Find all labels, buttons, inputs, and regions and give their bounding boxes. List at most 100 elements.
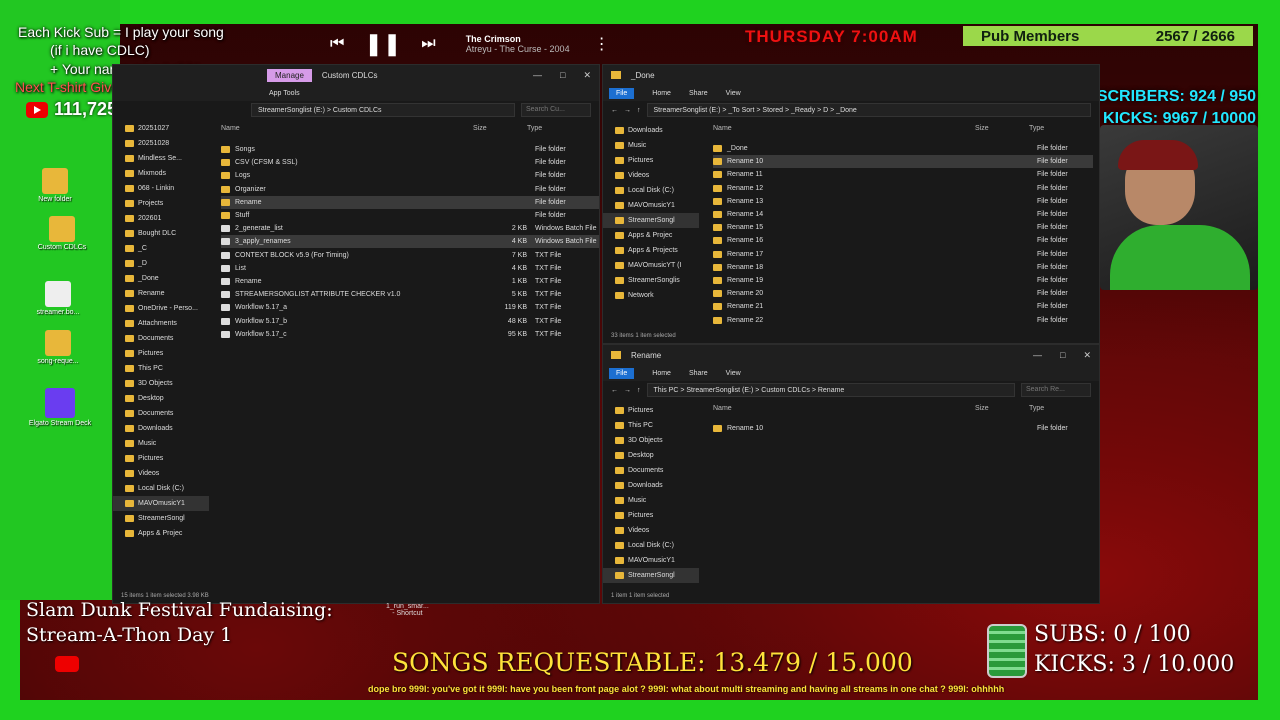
nav-item[interactable]: Music <box>603 138 699 153</box>
nav-item[interactable]: This PC <box>113 361 209 376</box>
nav-item[interactable]: StreamerSongl <box>113 511 209 526</box>
nav-item[interactable]: Network <box>603 288 699 303</box>
nav-item[interactable]: Videos <box>603 168 699 183</box>
table-row[interactable]: Rename 10 File folder <box>713 155 1093 169</box>
nav-item[interactable]: Mixmods <box>113 166 209 181</box>
nav-item[interactable]: Documents <box>603 463 699 478</box>
nav-item[interactable]: Downloads <box>603 123 699 138</box>
nav-item[interactable]: Pictures <box>603 153 699 168</box>
nav-item[interactable]: 3D Objects <box>113 376 209 391</box>
nav-item[interactable]: Projects <box>113 196 209 211</box>
nav-item[interactable]: _D <box>113 256 209 271</box>
nav-item[interactable]: Pictures <box>113 451 209 466</box>
ribbon-tab-share[interactable]: Share <box>689 370 708 377</box>
table-row[interactable]: 2_generate_list 2 KB Windows Batch File <box>221 222 599 235</box>
ribbon-tab-view[interactable]: View <box>726 90 741 97</box>
ribbon-tab-file[interactable]: File <box>609 367 635 379</box>
manage-tab[interactable]: Manage <box>267 68 312 82</box>
table-row[interactable]: Rename 11 File folder <box>713 168 1093 181</box>
desktop-icon-stream-deck[interactable]: Elgato Stream Deck <box>25 388 95 427</box>
desktop-icon-streamer-bot[interactable]: streamer.bo... <box>23 281 93 316</box>
desktop-icon-new-folder[interactable]: New folder <box>20 168 90 203</box>
nav-item[interactable]: MAVOmusicYT (I <box>603 258 699 273</box>
nav-item[interactable]: Local Disk (C:) <box>603 538 699 553</box>
nav-item[interactable]: StreamerSongl <box>603 213 699 228</box>
nav-item[interactable]: Attachments <box>113 316 209 331</box>
table-row[interactable]: CONTEXT BLOCK v5.9 (For Timing) 7 KB TXT F… <box>221 249 599 262</box>
table-row[interactable]: Stuff File folder <box>221 209 599 222</box>
nav-item[interactable]: Music <box>113 436 209 451</box>
nav-item[interactable]: MAVOmusicY1 <box>603 198 699 213</box>
table-row[interactable]: Workflow 5.17_a 119 KB TXT File <box>221 301 599 314</box>
nav-item[interactable]: Apps & Projec <box>603 228 699 243</box>
nav-item[interactable]: 202601 <box>113 211 209 226</box>
column-type[interactable]: Type <box>1029 405 1044 412</box>
ribbon-tab-share[interactable]: Share <box>689 90 708 97</box>
table-row[interactable]: Rename 18 File folder <box>713 261 1093 274</box>
nav-item[interactable]: Downloads <box>603 478 699 493</box>
nav-item[interactable]: MAVOmusicY1 <box>113 496 209 511</box>
nav-item[interactable]: Local Disk (C:) <box>113 481 209 496</box>
column-size[interactable]: Size <box>975 125 1029 132</box>
table-row[interactable]: STREAMERSONGLIST ATTRIBUTE CHECKER v1.0 5… <box>221 288 599 301</box>
table-row[interactable]: Logs File folder <box>221 169 599 182</box>
nav-item[interactable]: Documents <box>113 331 209 346</box>
minimize-icon[interactable]: — <box>1033 350 1042 361</box>
up-icon[interactable]: ↑ <box>637 107 641 114</box>
table-row[interactable]: Rename 20 File folder <box>713 287 1093 300</box>
table-row[interactable]: CSV (CFSM & SSL) File folder <box>221 156 599 169</box>
nav-item[interactable]: Rename <box>113 286 209 301</box>
nav-item[interactable]: MAVOmusicY1 <box>603 553 699 568</box>
column-name[interactable]: Name <box>713 405 975 412</box>
app-tools-tab[interactable]: App Tools <box>269 90 300 97</box>
more-options-icon[interactable]: ⋮ <box>594 34 610 54</box>
back-icon[interactable]: ← <box>611 107 618 114</box>
back-icon[interactable]: ← <box>611 387 618 394</box>
address-bar[interactable]: StreamerSonglist (E:) > Custom CDLCs <box>251 103 515 117</box>
column-name[interactable]: Name <box>713 125 975 132</box>
table-row[interactable]: _Done File folder <box>713 142 1093 155</box>
nav-item[interactable]: Apps & Projects <box>603 243 699 258</box>
nav-item[interactable]: Local Disk (C:) <box>603 183 699 198</box>
nav-item[interactable]: OneDrive - Perso... <box>113 301 209 316</box>
table-row[interactable]: Rename File folder <box>221 195 599 209</box>
nav-item[interactable]: _C <box>113 241 209 256</box>
nav-item[interactable]: Documents <box>113 406 209 421</box>
table-row[interactable]: Rename 12 File folder <box>713 182 1093 195</box>
nav-item[interactable]: Pictures <box>603 508 699 523</box>
table-row[interactable]: Rename 21 File folder <box>713 300 1093 313</box>
nav-item[interactable]: This PC <box>603 418 699 433</box>
ribbon-tab-view[interactable]: View <box>726 370 741 377</box>
address-bar[interactable]: StreamerSonglist (E:) > _To Sort > Store… <box>646 103 1091 117</box>
nav-item[interactable]: Mindless Se... <box>113 151 209 166</box>
close-icon[interactable]: ✕ <box>583 70 591 81</box>
column-type[interactable]: Type <box>527 125 542 132</box>
search-input[interactable]: Search Re... <box>1021 383 1091 397</box>
table-row[interactable]: Rename 16 File folder <box>713 234 1093 247</box>
nav-item[interactable]: Videos <box>603 523 699 538</box>
minimize-icon[interactable]: — <box>533 70 542 81</box>
address-bar[interactable]: This PC > StreamerSonglist (E:) > Custom… <box>646 383 1015 397</box>
table-row[interactable]: Rename 19 File folder <box>713 274 1093 287</box>
table-row[interactable]: Rename 15 File folder <box>713 221 1093 234</box>
nav-item[interactable]: Pictures <box>603 403 699 418</box>
nav-item[interactable]: Bought DLC <box>113 226 209 241</box>
next-track-button[interactable]: ⏭ <box>421 35 435 53</box>
column-type[interactable]: Type <box>1029 125 1044 132</box>
nav-item[interactable]: Apps & Projec <box>113 526 209 541</box>
nav-item[interactable]: 3D Objects <box>603 433 699 448</box>
ribbon-tab-file[interactable]: File <box>609 87 635 99</box>
nav-item[interactable]: 20251028 <box>113 136 209 151</box>
table-row[interactable]: Organizer File folder <box>221 183 599 196</box>
maximize-icon[interactable]: □ <box>560 70 565 81</box>
ribbon-tab-home[interactable]: Home <box>652 90 671 97</box>
table-row[interactable]: Workflow 5.17_c 95 KB TXT File <box>221 328 599 341</box>
nav-item[interactable]: StreamerSongl <box>603 568 699 583</box>
column-size[interactable]: Size <box>975 405 1029 412</box>
forward-icon[interactable]: → <box>624 107 631 114</box>
previous-track-button[interactable]: ⏮ <box>330 35 344 53</box>
column-name[interactable]: Name <box>221 125 473 132</box>
maximize-icon[interactable]: □ <box>1060 350 1065 361</box>
forward-icon[interactable]: → <box>624 387 631 394</box>
nav-item[interactable]: Music <box>603 493 699 508</box>
